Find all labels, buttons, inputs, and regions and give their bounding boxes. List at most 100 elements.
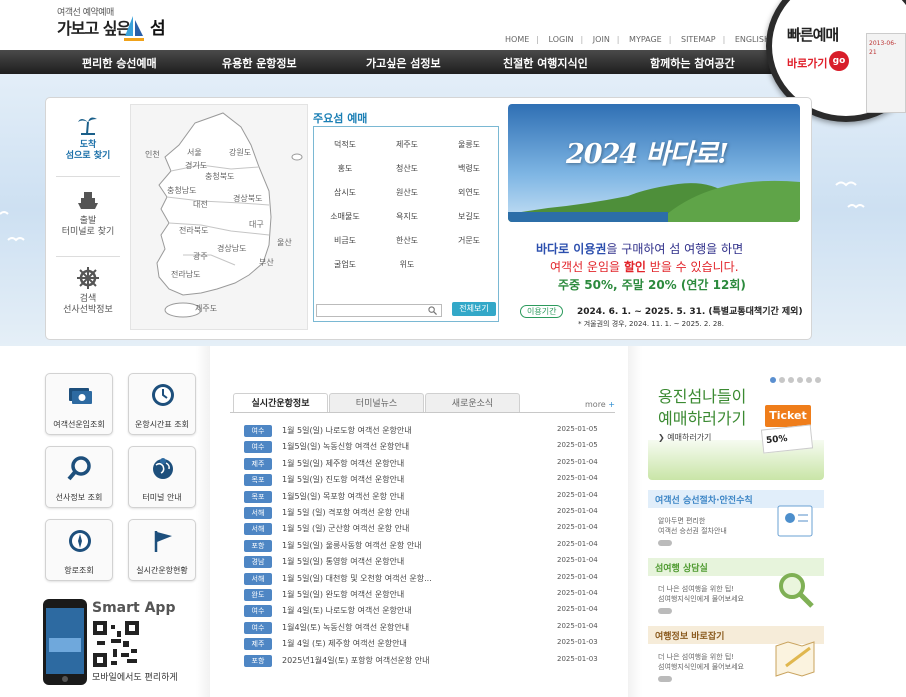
smartphone-image[interactable] [42, 598, 88, 686]
news-row[interactable]: 경남 1월 5일(일) 통영항 여객선 운항안내 2025-01-04 [244, 555, 616, 570]
island-link[interactable]: 삽시도 [320, 187, 370, 198]
news-title[interactable]: 1월 5일 (일) 격포항 여객선 운항 안내 [282, 507, 522, 518]
island-link[interactable]: 욕지도 [382, 211, 432, 222]
news-title[interactable]: 1월5일(일) 목포항 여객선 운항 안내 [282, 491, 522, 502]
slide-dot[interactable] [815, 377, 821, 383]
island-link[interactable]: 비금도 [320, 235, 370, 246]
news-title[interactable]: 1월5일(일) 녹동신항 여객선 운항안내 [282, 441, 522, 452]
island-link[interactable]: 소매물도 [320, 211, 370, 222]
news-row[interactable]: 포항 1월 5일(일) 울릉사동항 여객선 운항 안내 2025-01-04 [244, 539, 616, 554]
util-login-link[interactable]: LOGIN [549, 35, 574, 44]
news-row[interactable]: 완도 1월 5일(일) 완도항 여객선 운항안내 2025-01-04 [244, 588, 616, 603]
map-label-chungnam[interactable]: 충청남도 [167, 185, 196, 196]
util-english-link[interactable]: ENGLISH [735, 35, 770, 44]
quick-booking-go-button[interactable]: go [829, 51, 849, 71]
news-row[interactable]: 서해 1월 5일 (일) 군산항 여객선 운항 안내 2025-01-04 [244, 522, 616, 537]
banner-title-line1[interactable]: 옹진섬나들이 [658, 383, 746, 407]
island-link[interactable]: 보길도 [444, 211, 494, 222]
util-mypage-link[interactable]: MYPAGE [629, 35, 662, 44]
slide-dot[interactable] [797, 377, 803, 383]
news-row[interactable]: 제주 1월 5일(일) 제주항 여객선 운항안내 2025-01-04 [244, 457, 616, 472]
map-label-daejeon[interactable]: 대전 [193, 199, 208, 210]
view-all-button[interactable]: 전체보기 [452, 302, 496, 316]
island-link[interactable]: 덕적도 [320, 139, 370, 150]
news-row[interactable]: 제주 1월 4일 (토) 제주항 여객선 운항안내 2025-01-03 [244, 637, 616, 652]
nav-item-booking[interactable]: 편리한 승선예매 [82, 55, 157, 71]
island-link[interactable]: 위도 [382, 259, 432, 270]
util-home-link[interactable]: HOME [505, 35, 529, 44]
news-title[interactable]: 1월4일(토) 녹동신항 여객선 운항안내 [282, 622, 522, 633]
map-label-ulsan[interactable]: 울산 [277, 237, 292, 248]
news-row[interactable]: 여수 1월 5일(일) 나로도항 여객선 운항안내 2025-01-05 [244, 424, 616, 439]
banner-title-line2[interactable]: 예매하러가기 [658, 405, 746, 429]
util-sitemap-link[interactable]: SITEMAP [681, 35, 716, 44]
news-row[interactable]: 목포 1월 5일(일) 진도항 여객선 운항안내 2025-01-04 [244, 473, 616, 488]
news-title[interactable]: 1월 4일 (토) 제주항 여객선 운항안내 [282, 638, 522, 649]
more-button[interactable] [658, 608, 672, 614]
map-label-seoul[interactable]: 서울 [187, 147, 202, 158]
news-title[interactable]: 1월 5일(일) 제주항 여객선 운항안내 [282, 458, 522, 469]
slide-dot[interactable] [779, 377, 785, 383]
nav-item-island[interactable]: 가고싶은 섬정보 [366, 55, 441, 71]
util-join-link[interactable]: JOIN [593, 35, 610, 44]
news-title[interactable]: 1월 5일(일) 울릉사동항 여객선 운항 안내 [282, 540, 522, 551]
tab-terminal-news[interactable]: 터미널뉴스 [329, 393, 424, 413]
map-label-chungbuk[interactable]: 충청북도 [205, 171, 234, 182]
map-label-gangwon[interactable]: 강원도 [229, 147, 251, 158]
news-row[interactable]: 여수 1월4일(토) 녹동신항 여객선 운항안내 2025-01-04 [244, 621, 616, 636]
slide-dot[interactable] [770, 377, 776, 383]
news-title[interactable]: 1월 5일(일) 진도항 여객선 운항안내 [282, 474, 522, 485]
island-link[interactable]: 원산도 [382, 187, 432, 198]
info-box-boarding-safety[interactable]: 여객선 승선절차·안전수칙 알아두면 편리한 여객선 승선권 절차안내 [648, 490, 824, 552]
side-item-company[interactable]: 검색 선사선박정보 [52, 266, 124, 316]
news-title[interactable]: 1월 5일(일) 대천항 및 오천항 여객선 운항... [282, 573, 522, 584]
map-label-busan[interactable]: 부산 [259, 257, 274, 268]
quick-booking-label[interactable]: 바로가기 [787, 55, 827, 71]
news-row[interactable]: 목포 1월5일(일) 목포항 여객선 운항 안내 2025-01-04 [244, 490, 616, 505]
nav-item-operation[interactable]: 유용한 운항정보 [222, 55, 297, 71]
logo-text[interactable]: 가보고 싶은 [57, 15, 131, 39]
map-label-gyeongnam[interactable]: 경상남도 [217, 243, 246, 254]
korea-map[interactable]: 인천 서울 경기도 강원도 충청북도 충청남도 대전 경상북도 대구 전라북도 … [130, 104, 308, 330]
map-label-daegu[interactable]: 대구 [249, 219, 264, 230]
island-link[interactable]: 거문도 [444, 235, 494, 246]
side-item-terminal[interactable]: 출발 터미널로 찾기 [52, 188, 124, 238]
news-row[interactable]: 여수 1월5일(일) 녹동신항 여객선 운항안내 2025-01-05 [244, 440, 616, 455]
news-title[interactable]: 2025년1월4일(토) 포항항 여객선운항 안내 [282, 655, 522, 666]
tab-realtime[interactable]: 실시간운항정보 [233, 393, 328, 413]
smart-app-title[interactable]: Smart App [92, 600, 175, 616]
news-title[interactable]: 1월 5일(일) 완도항 여객선 운항안내 [282, 589, 522, 600]
island-search-input[interactable] [316, 304, 442, 317]
island-link[interactable]: 백령도 [444, 163, 494, 174]
search-icon[interactable] [428, 306, 437, 315]
news-title[interactable]: 1월 4일(토) 나로도항 여객선 운항안내 [282, 605, 522, 616]
info-box-consulting[interactable]: 섬여행 상담실 더 나은 섬여행을 위한 팁! 섬여행지식인에게 물어보세요 [648, 558, 824, 620]
island-link[interactable]: 제주도 [382, 139, 432, 150]
island-link[interactable]: 한산도 [382, 235, 432, 246]
more-link[interactable]: more + [585, 400, 615, 409]
side-item-island[interactable]: 도착 섬으로 찾기 [52, 112, 124, 162]
map-label-jeju[interactable]: 제주도 [195, 303, 217, 314]
map-label-gyeongbuk[interactable]: 경상북도 [233, 193, 262, 204]
quick-booking-title[interactable]: 빠른예매 [787, 24, 839, 45]
news-row[interactable]: 여수 1월 4일(토) 나로도항 여객선 운항안내 2025-01-04 [244, 604, 616, 619]
map-label-gwangju[interactable]: 광주 [193, 251, 208, 262]
news-title[interactable]: 1월 5일 (일) 군산항 여객선 운항 안내 [282, 523, 522, 534]
news-row[interactable]: 서해 1월 5일(일) 대천항 및 오천항 여객선 운항... 2025-01-04 [244, 572, 616, 587]
more-button[interactable] [658, 540, 672, 546]
island-link[interactable]: 청산도 [382, 163, 432, 174]
news-row[interactable]: 포항 2025년1월4일(토) 포항항 여객선운항 안내 2025-01-03 [244, 654, 616, 669]
island-link[interactable]: 울릉도 [444, 139, 494, 150]
tab-new-news[interactable]: 새로운소식 [425, 393, 520, 413]
slide-dot[interactable] [806, 377, 812, 383]
map-label-gyeonggi[interactable]: 경기도 [185, 160, 207, 171]
info-box-travel-info[interactable]: 여행정보 바로잡기 더 나은 섬여행을 위한 팁! 섬여행지식인에게 물어보세요 [648, 626, 824, 688]
news-title[interactable]: 1월 5일(일) 나로도항 여객선 운항안내 [282, 425, 522, 436]
news-row[interactable]: 서해 1월 5일 (일) 격포항 여객선 운항 안내 2025-01-04 [244, 506, 616, 521]
map-label-jeonnam[interactable]: 전라남도 [171, 269, 200, 280]
island-link[interactable]: 홍도 [320, 163, 370, 174]
island-link[interactable]: 굴업도 [320, 259, 370, 270]
nav-item-community[interactable]: 함께하는 참여공간 [650, 55, 735, 71]
news-title[interactable]: 1월 5일(일) 통영항 여객선 운항안내 [282, 556, 522, 567]
island-link[interactable]: 외연도 [444, 187, 494, 198]
